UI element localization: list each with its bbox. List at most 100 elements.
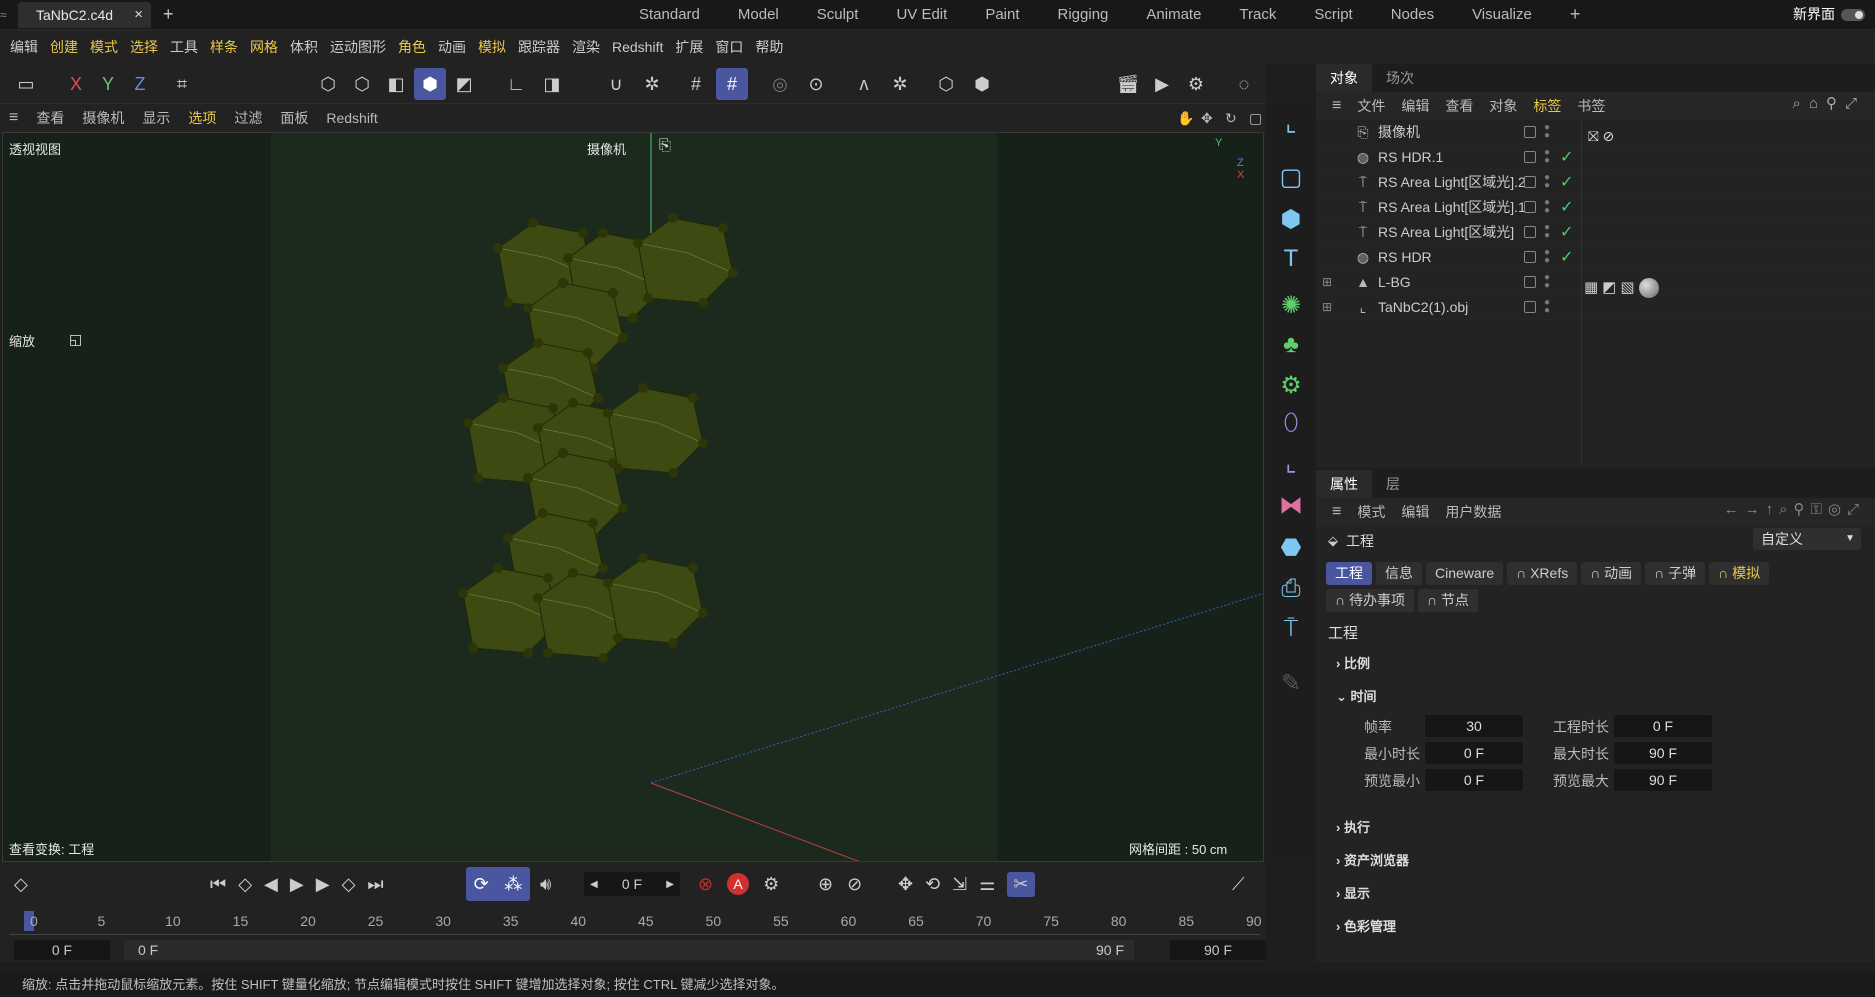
group-execution[interactable]: › 执行	[1316, 811, 1875, 844]
vp-menu-panel[interactable]: 面板	[271, 108, 317, 128]
vp-menu-filter[interactable]: 过滤	[225, 108, 271, 128]
prev-frame-icon[interactable]: ◀	[264, 874, 278, 895]
attr-menu-mode[interactable]: 模式	[1349, 502, 1393, 522]
menu-item-13[interactable]: 渲染	[566, 37, 606, 57]
object-row[interactable]: ⊞ ⌞ TaNbC2(1).obj ● ●	[1316, 295, 1875, 320]
light-icon[interactable]: ⍑	[1272, 610, 1310, 648]
perspective-viewport[interactable]: 透视视图 摄像机 ⎘ 缩放 ◱ 查看变换: 工程 网格间距 : 50 cm Y …	[2, 132, 1264, 862]
objects-menu-item-0[interactable]: 文件	[1349, 96, 1393, 116]
document-tab[interactable]: TaNbC2.c4d ×	[18, 2, 151, 28]
layout-uv-edit[interactable]: UV Edit	[877, 0, 966, 30]
move-key-icon[interactable]: ✥	[898, 874, 913, 895]
menu-item-17[interactable]: 帮助	[749, 37, 789, 57]
expand-icon[interactable]: ⊞	[1322, 275, 1332, 289]
keyframe-icon[interactable]: ◇	[14, 867, 28, 901]
object-name[interactable]: 摄像机	[1378, 122, 1420, 142]
group-color-management[interactable]: › 色彩管理	[1316, 910, 1875, 943]
project-tab-0[interactable]: 工程	[1326, 562, 1372, 585]
menu-item-11[interactable]: 模拟	[472, 37, 512, 57]
next-key-icon[interactable]: ◇	[342, 874, 356, 895]
redshift-icon[interactable]: ◌	[1228, 68, 1260, 100]
edit-visibility-icon[interactable]	[1524, 151, 1536, 163]
group-scale[interactable]: › 比例	[1316, 647, 1875, 680]
layout-track[interactable]: Track	[1220, 0, 1295, 30]
menu-item-2[interactable]: 模式	[84, 37, 124, 57]
text-icon[interactable]: T	[1272, 240, 1310, 278]
symmetry-settings-icon[interactable]: ✲	[884, 68, 916, 100]
object-name[interactable]: RS Area Light[区域光]	[1378, 222, 1514, 242]
render-visibility-icon[interactable]: ● ●	[1544, 273, 1550, 291]
field-icon[interactable]: ⌞	[1272, 444, 1310, 482]
record-icon[interactable]: ⊗	[698, 874, 713, 895]
preview-min-field[interactable]: 0 F	[1425, 769, 1523, 791]
objects-menu-item-1[interactable]: 编辑	[1393, 96, 1437, 116]
loop-icon[interactable]: ⟳	[474, 874, 489, 895]
magnet-icon[interactable]: ∪	[600, 68, 632, 100]
end-frame-field[interactable]: 90 F	[1170, 940, 1266, 960]
layout-standard[interactable]: Standard	[620, 0, 719, 30]
edit-render-settings-icon[interactable]: ⚙	[1180, 68, 1212, 100]
layout-script[interactable]: Script	[1295, 0, 1371, 30]
render-visibility-icon[interactable]: ● ●	[1544, 123, 1550, 141]
add-tab-button[interactable]: +	[163, 4, 174, 25]
fcurve-icon[interactable]: ⟋	[1232, 867, 1245, 901]
objects-menu-item-3[interactable]: 对象	[1481, 96, 1525, 116]
frame-ruler[interactable]: 0 5 10 15 20 25 30 35 40 45 50 55 60 65 70 75 80 85 90	[10, 909, 1262, 935]
object-row[interactable]: ⍑ RS Area Light[区域光] ● ● ✓	[1316, 220, 1875, 245]
layout-sculpt[interactable]: Sculpt	[798, 0, 878, 30]
cloner-icon[interactable]: ✺	[1272, 286, 1310, 324]
autokey-icon[interactable]: A	[727, 873, 750, 895]
menu-item-16[interactable]: 窗口	[709, 37, 749, 57]
objects-menu-item-4[interactable]: 标签	[1525, 96, 1569, 116]
scale-key-icon[interactable]: ⇲	[952, 874, 967, 895]
start-frame-field[interactable]: 0 F	[14, 940, 110, 960]
menu-item-12[interactable]: 跟踪器	[512, 37, 566, 57]
object-name[interactable]: RS Area Light[区域光].1	[1378, 197, 1526, 217]
layout-nodes[interactable]: Nodes	[1372, 0, 1453, 30]
play-icon[interactable]: ▶	[290, 874, 304, 895]
vp-menu-redshift[interactable]: Redshift	[317, 110, 386, 126]
project-duration-field[interactable]: 0 F	[1614, 715, 1712, 737]
tab-attributes[interactable]: 属性	[1316, 470, 1372, 498]
render-visibility-icon[interactable]: ● ●	[1544, 198, 1550, 216]
uv-mode-icon[interactable]: ◩	[448, 68, 480, 100]
zoom-toggle-icon[interactable]: ◱	[69, 331, 82, 348]
project-tab-8[interactable]: ∩ 节点	[1417, 589, 1478, 612]
edit-visibility-icon[interactable]	[1524, 301, 1536, 313]
edit-visibility-icon[interactable]	[1524, 276, 1536, 288]
menu-item-0[interactable]: 编辑	[4, 37, 44, 57]
menu-item-14[interactable]: Redshift	[606, 39, 669, 55]
polygons-mode-icon[interactable]: ◧	[380, 68, 412, 100]
object-row[interactable]: ⍑ RS Area Light[区域光].2 ● ● ✓	[1316, 170, 1875, 195]
attr-menu-edit[interactable]: 编辑	[1393, 502, 1437, 522]
enabled-check-icon[interactable]: ✓	[1560, 247, 1573, 267]
preset-dropdown[interactable]: 自定义 ▼	[1753, 528, 1861, 550]
project-tab-2[interactable]: Cineware	[1426, 562, 1504, 585]
points-mode-icon[interactable]: ⬡	[312, 68, 344, 100]
project-tab-4[interactable]: ∩ 动画	[1581, 562, 1642, 585]
menu-item-6[interactable]: 网格	[244, 37, 284, 57]
null-object-icon[interactable]: ⌞	[1272, 104, 1310, 142]
vp-menu-display[interactable]: 显示	[133, 108, 179, 128]
effector-icon[interactable]: ⚙	[1272, 366, 1310, 404]
vp-menu-options[interactable]: 选项	[179, 108, 225, 128]
edit-visibility-icon[interactable]	[1524, 226, 1536, 238]
render-picture-viewer-icon[interactable]: ▶	[1146, 68, 1178, 100]
volume-icon[interactable]: ⧓	[1272, 486, 1310, 524]
layout-animate[interactable]: Animate	[1127, 0, 1220, 30]
edit-visibility-icon[interactable]	[1524, 251, 1536, 263]
render-view-icon[interactable]: 🎬︎	[1112, 68, 1144, 100]
enabled-check-icon[interactable]: ✓	[1560, 197, 1573, 217]
new-ui-toggle[interactable]	[1841, 9, 1865, 21]
render-visibility-icon[interactable]: ● ●	[1544, 223, 1550, 241]
project-tab-3[interactable]: ∩ XRefs	[1507, 562, 1578, 585]
render-visibility-icon[interactable]: ● ●	[1544, 298, 1550, 316]
camera-protection-tag-icon[interactable]: ⛝ ⊘	[1588, 128, 1614, 145]
render-engine-icon[interactable]: ⬢	[966, 68, 998, 100]
vp-menu-view[interactable]: 查看	[27, 108, 73, 128]
coordinate-system-icon[interactable]: ⌗	[166, 68, 198, 100]
group-asset-browser[interactable]: › 资产浏览器	[1316, 844, 1875, 877]
layout-paint[interactable]: Paint	[966, 0, 1038, 30]
render-visibility-icon[interactable]: ● ●	[1544, 248, 1550, 266]
menu-item-10[interactable]: 动画	[432, 37, 472, 57]
